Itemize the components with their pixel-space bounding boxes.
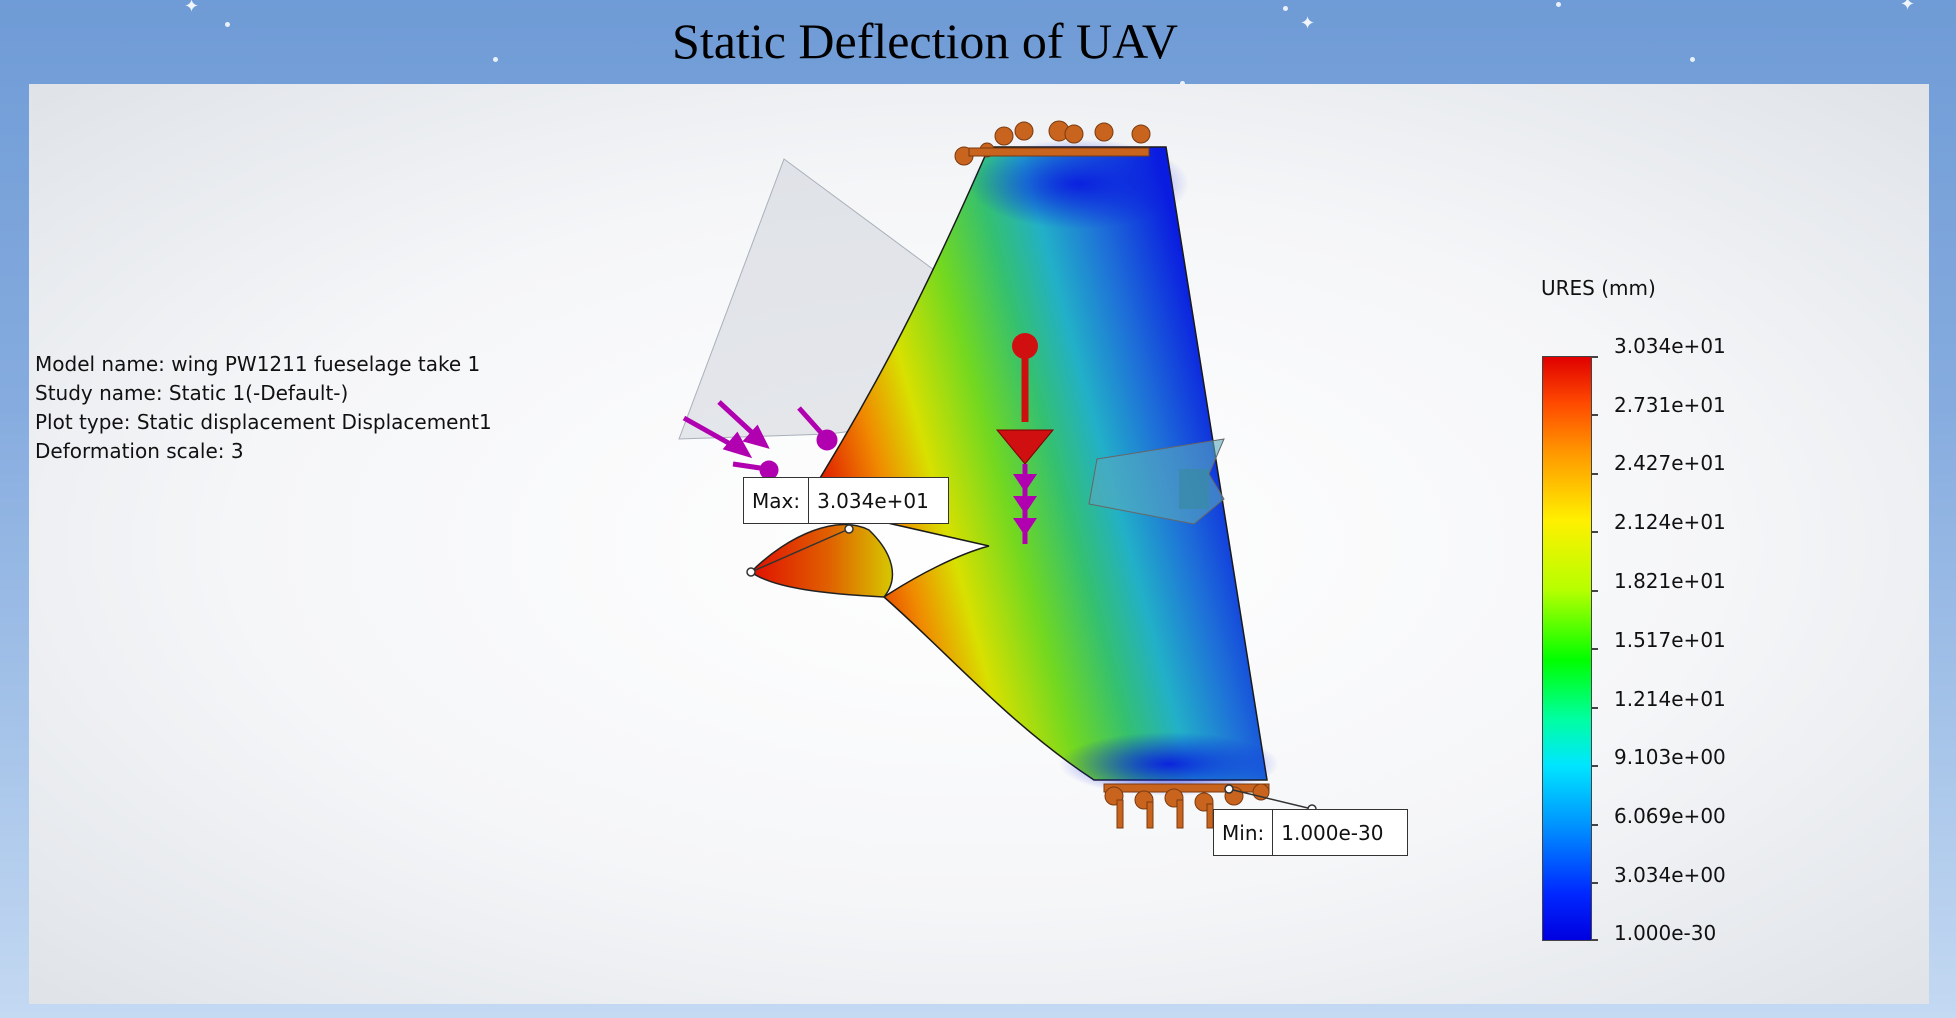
legend-title: URES (mm) bbox=[1541, 276, 1656, 300]
slide-title: Static Deflection of UAV bbox=[672, 13, 1178, 69]
displacement-colorbar bbox=[1542, 356, 1592, 941]
legend-tick bbox=[1592, 356, 1598, 358]
legend-tick bbox=[1592, 765, 1598, 767]
sparkle-icon: ✦ bbox=[1900, 0, 1916, 15]
legend-tick bbox=[1592, 590, 1598, 592]
legend-tick bbox=[1592, 473, 1598, 475]
legend-tick-label: 1.821e+01 bbox=[1614, 569, 1726, 593]
legend-tick bbox=[1592, 882, 1598, 884]
legend-tick-label: 3.034e+01 bbox=[1614, 334, 1726, 358]
legend-tick-label: 1.517e+01 bbox=[1614, 628, 1726, 652]
max-probe-value: 3.034e+01 bbox=[817, 488, 929, 513]
tail-fin bbox=[1179, 469, 1209, 509]
max-probe-label: Max: bbox=[744, 478, 810, 523]
legend-tick bbox=[1592, 648, 1598, 650]
legend-tick-label: 2.731e+01 bbox=[1614, 393, 1726, 417]
legend-tick-label: 2.427e+01 bbox=[1614, 451, 1726, 475]
legend-tick-label: 3.034e+00 bbox=[1614, 863, 1726, 887]
min-probe-value: 1.000e-30 bbox=[1281, 820, 1384, 845]
legend-tick bbox=[1592, 939, 1598, 941]
legend-tick bbox=[1592, 824, 1598, 826]
legend-tick-label: 6.069e+00 bbox=[1614, 804, 1726, 828]
legend-tick bbox=[1592, 414, 1598, 416]
max-probe-callout: Max: 3.034e+01 bbox=[743, 477, 949, 524]
min-probe-callout: Min: 1.000e-30 bbox=[1213, 809, 1408, 856]
min-probe-label: Min: bbox=[1214, 810, 1274, 855]
legend-tick-label: 9.103e+00 bbox=[1614, 745, 1726, 769]
legend-tick-label: 2.124e+01 bbox=[1614, 510, 1726, 534]
legend-tick bbox=[1592, 707, 1598, 709]
legend-tick-label: 1.000e-30 bbox=[1614, 921, 1717, 945]
simulation-viewport: Model name: wing PW1211 fueselage take 1… bbox=[29, 84, 1929, 1004]
background-star bbox=[1283, 6, 1288, 11]
wing-tip-nose bbox=[749, 523, 894, 598]
legend-tick-label: 1.214e+01 bbox=[1614, 687, 1726, 711]
legend-tick bbox=[1592, 531, 1598, 533]
background-star bbox=[1556, 2, 1561, 7]
